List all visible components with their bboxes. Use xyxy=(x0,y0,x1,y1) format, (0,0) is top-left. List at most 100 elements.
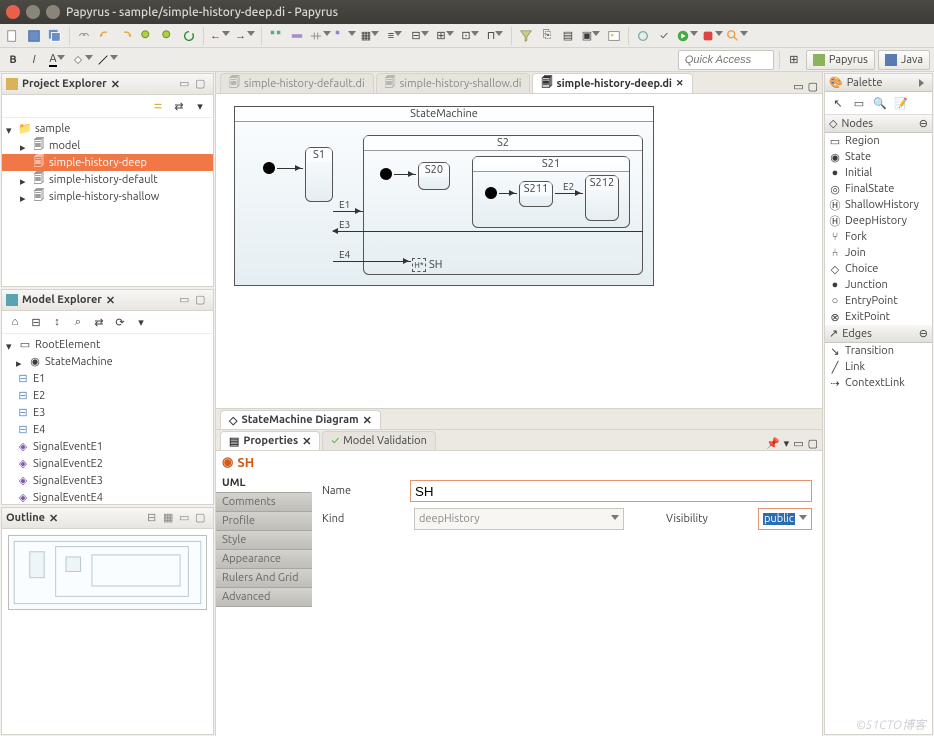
initial-node-root[interactable] xyxy=(263,162,275,174)
kind-combo[interactable]: deepHistory xyxy=(414,508,624,530)
layout1-icon[interactable]: ≡ xyxy=(384,27,406,45)
pal-marquee-icon[interactable]: ▭ xyxy=(850,94,868,112)
editor-tab-default[interactable]: 🗐simple-history-default.di xyxy=(220,73,374,93)
arrange-icon[interactable] xyxy=(288,27,306,45)
italic-icon[interactable]: I xyxy=(25,51,43,69)
pal-transition[interactable]: ↘Transition xyxy=(825,343,932,359)
arrow-root-s1[interactable] xyxy=(277,168,303,169)
pal-initial[interactable]: ●Initial xyxy=(825,165,932,181)
save-all-icon[interactable] xyxy=(46,27,64,45)
quick-access-input[interactable] xyxy=(678,50,774,70)
me-tree-icon[interactable]: ⊟ xyxy=(27,313,45,331)
state-s2[interactable]: S2 S20 S21 S211 E2 S212 xyxy=(363,135,643,275)
diagram-canvas[interactable]: StateMachine S1 S2 S20 S21 S211 E2 xyxy=(216,94,822,408)
me-e2[interactable]: ⊟E2 xyxy=(2,387,213,404)
palette-edges-header[interactable]: ↗Edges⊖ xyxy=(825,325,932,343)
props-nav-appearance[interactable]: Appearance xyxy=(216,550,312,569)
props-nav-style[interactable]: Style xyxy=(216,531,312,550)
align2-icon[interactable] xyxy=(334,27,356,45)
view-minimize-icon[interactable]: ▭ xyxy=(179,293,193,307)
arrow-e3[interactable] xyxy=(333,231,643,232)
pal-state[interactable]: ◉State xyxy=(825,149,932,165)
tab-icon[interactable]: ⎘ xyxy=(538,27,556,45)
me-root[interactable]: ▾▭RootElement xyxy=(2,336,213,353)
props-menu-icon[interactable]: ▾ xyxy=(784,437,790,450)
view-maximize-icon[interactable]: ▢ xyxy=(195,77,209,91)
close-window-icon[interactable] xyxy=(6,5,20,19)
layout3-icon[interactable]: ⊞ xyxy=(434,27,456,45)
pal-link[interactable]: ╱Link xyxy=(825,359,932,375)
tree-item-sample[interactable]: ▾📁sample xyxy=(2,120,213,137)
link-icon[interactable] xyxy=(75,27,93,45)
pal-select-icon[interactable]: ↖ xyxy=(829,94,847,112)
view-minimize-icon[interactable]: ▭ xyxy=(179,77,193,91)
pal-finalstate[interactable]: ◎FinalState xyxy=(825,181,932,197)
deep-history-sh[interactable]: H*SH xyxy=(412,258,442,272)
image-icon[interactable] xyxy=(605,27,623,45)
props-nav-profile[interactable]: Profile xyxy=(216,512,312,531)
me-refresh-icon[interactable]: ⟳ xyxy=(111,313,129,331)
pal-entrypoint[interactable]: ○EntryPoint xyxy=(825,293,932,309)
outline-tree-icon[interactable]: ⊟ xyxy=(147,511,161,525)
state-s212[interactable]: S212 xyxy=(585,175,619,221)
link-editor-icon[interactable]: ⇄ xyxy=(170,97,188,115)
reload-icon[interactable] xyxy=(634,27,652,45)
collapse-all-icon[interactable] xyxy=(149,97,167,115)
validate-icon[interactable]: ✓ xyxy=(655,27,673,45)
props-nav-advanced[interactable]: Advanced xyxy=(216,588,312,607)
window-icon[interactable]: ▣ xyxy=(580,27,602,45)
statemachine-region[interactable]: StateMachine S1 S2 S20 S21 S211 E2 xyxy=(234,106,654,286)
arrow-s21-s211[interactable] xyxy=(499,193,517,194)
palette-header[interactable]: 🎨Palette xyxy=(825,74,932,92)
distribute-icon[interactable] xyxy=(309,27,331,45)
arrow-s211-s212[interactable] xyxy=(555,193,583,194)
close-icon[interactable]: ✕ xyxy=(676,78,684,89)
zoom2-icon[interactable] xyxy=(159,27,177,45)
name-input[interactable] xyxy=(410,480,812,502)
redo-icon[interactable] xyxy=(117,27,135,45)
bold-icon[interactable]: B xyxy=(4,51,22,69)
me-link-icon[interactable]: ⇄ xyxy=(90,313,108,331)
pal-join[interactable]: ⑃Join xyxy=(825,245,932,261)
undo-icon[interactable] xyxy=(96,27,114,45)
props-nav-uml[interactable]: UML xyxy=(216,474,312,493)
save-icon[interactable] xyxy=(25,27,43,45)
props-nav-rulers[interactable]: Rulers And Grid xyxy=(216,569,312,588)
filter-icon[interactable] xyxy=(517,27,535,45)
me-sig1[interactable]: ◈SignalEventE1 xyxy=(2,438,213,455)
me-sig4[interactable]: ◈SignalEventE4 xyxy=(2,489,213,504)
me-sort-icon[interactable]: ↕ xyxy=(48,313,66,331)
layout5-icon[interactable]: ⊓ xyxy=(484,27,506,45)
arrow-e1[interactable] xyxy=(333,211,363,212)
maximize-window-icon[interactable] xyxy=(46,5,60,19)
project-explorer-tree[interactable]: ▾📁sample ▸🗐model 🗐simple-history-deep ▸🗐… xyxy=(2,118,213,286)
view-minimize-icon[interactable]: ▭ xyxy=(179,511,193,525)
back-nav-icon[interactable]: ← xyxy=(209,27,231,45)
font-color-icon[interactable]: A xyxy=(46,51,68,69)
state-s211[interactable]: S211 xyxy=(519,181,553,207)
pal-shallowhistory[interactable]: ⒽShallowHistory xyxy=(825,197,932,213)
tree-item-simple-history-deep[interactable]: 🗐simple-history-deep xyxy=(2,154,213,171)
pal-region[interactable]: ▭Region xyxy=(825,133,932,149)
props-nav-comments[interactable]: Comments xyxy=(216,493,312,512)
tree-item-model[interactable]: ▸🗐model xyxy=(2,137,213,154)
fill-color-icon[interactable] xyxy=(71,51,93,69)
view-maximize-icon[interactable]: ▢ xyxy=(195,511,209,525)
initial-node-s2[interactable] xyxy=(380,168,392,180)
me-e1[interactable]: ⊟E1 xyxy=(2,370,213,387)
view-maximize-icon[interactable]: ▢ xyxy=(808,437,818,450)
visibility-combo[interactable]: public xyxy=(758,508,812,530)
align-icon[interactable] xyxy=(267,27,285,45)
view-menu-icon[interactable]: ▾ xyxy=(191,97,209,115)
tab-properties[interactable]: ▤Properties ✕ xyxy=(220,431,320,450)
props-pin-icon[interactable]: 📌 xyxy=(766,437,780,450)
pal-note-icon[interactable]: 📝 xyxy=(892,94,910,112)
arrow-s2-s20[interactable] xyxy=(394,174,416,175)
state-s20[interactable]: S20 xyxy=(418,162,450,190)
me-home-icon[interactable]: ⌂ xyxy=(6,313,24,331)
initial-node-s21[interactable] xyxy=(485,187,497,199)
perspective-java[interactable]: Java xyxy=(878,50,930,70)
refresh-icon[interactable] xyxy=(180,27,198,45)
editor-tab-shallow[interactable]: 🗐simple-history-shallow.di xyxy=(376,73,531,93)
fwd-nav-icon[interactable]: → xyxy=(234,27,256,45)
